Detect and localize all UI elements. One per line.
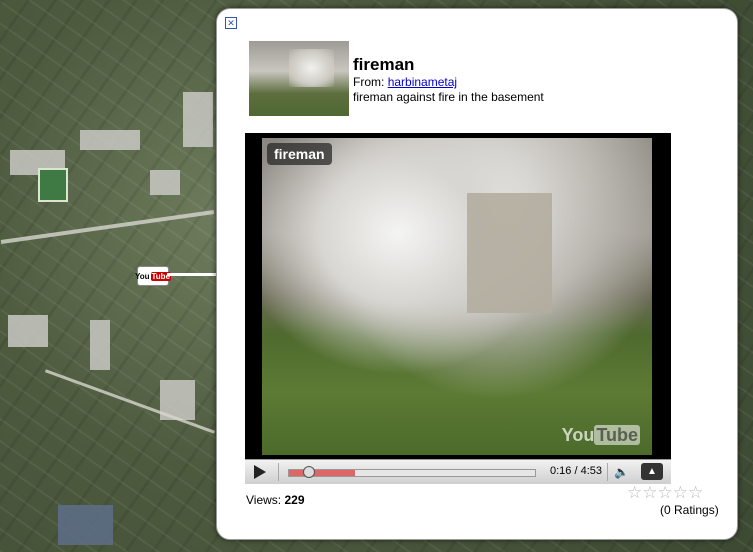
play-icon[interactable] xyxy=(254,465,266,479)
divider xyxy=(607,463,608,481)
map-building xyxy=(58,505,113,545)
map-building xyxy=(80,130,140,150)
map-sports-field xyxy=(38,168,68,202)
map-building xyxy=(183,92,213,147)
map-building xyxy=(150,170,180,195)
seek-bar[interactable] xyxy=(288,466,536,478)
info-balloon: ✕ fireman From: harbinametaj fireman aga… xyxy=(216,8,738,540)
loaded-progress xyxy=(289,470,356,476)
video-author: From: harbinametaj xyxy=(353,75,458,89)
video-frame[interactable]: fireman You Tube xyxy=(262,138,652,455)
rating-stars-icon[interactable]: ☆☆☆☆☆ xyxy=(627,483,703,503)
video-scene-building xyxy=(467,193,552,313)
rating-count: (0 Ratings) xyxy=(660,503,719,517)
divider xyxy=(278,463,279,481)
author-link[interactable]: harbinametaj xyxy=(388,75,457,89)
video-title: fireman xyxy=(353,55,415,74)
seek-handle[interactable] xyxy=(302,466,315,478)
map-road xyxy=(0,210,215,244)
volume-icon[interactable]: 🔈 xyxy=(614,465,629,479)
map-building xyxy=(8,315,48,347)
player-title-overlay[interactable]: fireman xyxy=(267,143,332,165)
video-description: fireman against fire in the basement xyxy=(353,90,544,104)
close-icon[interactable]: ✕ xyxy=(225,17,237,29)
view-count: Views: 229 xyxy=(246,493,305,507)
player-controls: 0:16 / 4:53 🔈 ▲ xyxy=(245,459,671,484)
youtube-logo[interactable]: You Tube xyxy=(562,425,640,446)
video-thumbnail[interactable] xyxy=(249,41,349,116)
map-building xyxy=(90,320,110,370)
balloon-pointer xyxy=(167,273,219,276)
youtube-map-marker[interactable]: You Tube xyxy=(135,266,172,286)
video-player[interactable]: fireman You Tube 0:16 / 4:53 🔈 ▲ xyxy=(245,133,671,484)
time-display: 0:16 / 4:53 xyxy=(550,465,602,477)
fullscreen-icon[interactable]: ▲ xyxy=(641,463,663,480)
